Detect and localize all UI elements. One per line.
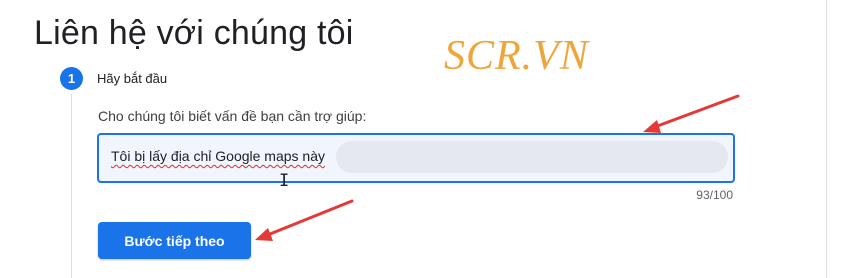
annotation-arrow-input — [643, 94, 740, 133]
watermark-logo: SCR.VN — [444, 33, 589, 79]
next-step-button[interactable]: Bước tiếp theo — [98, 222, 251, 259]
redacted-region — [336, 141, 728, 173]
text-cursor-icon: I — [279, 171, 290, 191]
step-title: Hãy bắt đầu — [97, 71, 168, 86]
page-title: Liên hệ với chúng tôi — [34, 14, 354, 52]
issue-input[interactable]: Tôi bị lấy địa chỉ Google maps này — [97, 133, 735, 183]
annotation-arrow-button — [255, 199, 354, 241]
step-number-badge: 1 — [60, 67, 83, 90]
issue-input-text: Tôi bị lấy địa chỉ Google maps này — [111, 148, 325, 164]
issue-field-label: Cho chúng tôi biết vấn đề bạn cần trợ gi… — [98, 108, 367, 124]
content-divider — [826, 0, 827, 278]
character-counter: 93/100 — [696, 188, 733, 202]
step-connector-line — [71, 94, 72, 278]
